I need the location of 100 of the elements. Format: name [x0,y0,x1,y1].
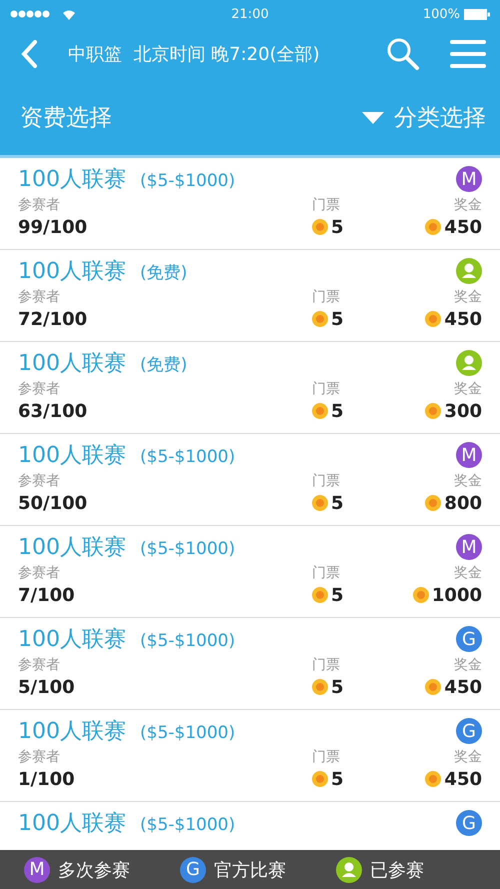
ticket-label: 门票 [312,380,341,398]
prize-amount: 1000 [432,584,482,606]
contest-title: 100人联赛 [18,442,126,470]
menu-icon [450,39,486,69]
legend-label: 已参赛 [370,858,424,882]
coin-icon [312,495,328,511]
letter-badge: G [456,626,482,652]
battery-icon [464,8,490,20]
contest-row[interactable]: 100人联赛 (免费) 参赛者 门票 奖金 72/100 5 450 [0,250,500,342]
ticket-amount: 5 [331,492,344,514]
coin-icon [425,679,442,695]
coin-icon [425,403,442,419]
coin-icon [312,219,328,235]
ticket-label: 门票 [312,656,341,674]
contest-fee: (免费) [140,354,188,376]
participants-label: 参赛者 [18,656,61,674]
prize-amount: 800 [444,492,482,514]
letter-badge: G [456,810,482,836]
prize-label: 奖金 [453,656,482,674]
participants-label: 参赛者 [18,196,61,214]
participants-label: 参赛者 [18,288,61,306]
coin-icon [425,311,442,327]
participants-count: 50/100 [18,492,88,516]
contest-row[interactable]: 100人联赛 ($5-$1000) G 参赛者 门票 奖金 5/100 5 450 [0,618,500,710]
back-button[interactable] [20,39,38,69]
ticket-amount: 5 [331,676,344,698]
ticket-amount: 5 [331,216,344,238]
coin-icon [312,311,328,327]
status-time: 21:00 [231,6,269,22]
contest-fee: ($5-$1000) [140,815,236,835]
contest-row[interactable]: 100人联赛 ($5-$1000) M 参赛者 门票 奖金 50/100 5 800 [0,434,500,526]
ticket-label: 门票 [312,748,341,766]
back-icon [20,39,38,69]
contest-row[interactable]: 100人联赛 ($5-$1000) G 参赛者 门票 奖金 1/100 5 450 [0,710,500,802]
coin-icon [312,587,328,603]
coin-icon [412,587,429,603]
contest-fee: ($5-$1000) [140,171,236,191]
prize-label: 奖金 [453,288,482,306]
legend-label: 官方比赛 [214,858,286,882]
prize-label: 奖金 [453,564,482,582]
prize-amount: 450 [444,676,482,698]
participants-count: 7/100 [18,584,76,608]
prize-label: 奖金 [453,748,482,766]
contest-fee: ($5-$1000) [140,631,236,651]
menu-button[interactable] [450,39,486,69]
contest-title: 100人联赛 [18,626,126,654]
ticket-amount: 5 [331,400,344,422]
prize-amount: 450 [444,768,482,790]
participants-label: 参赛者 [18,748,61,766]
prize-label: 奖金 [453,472,482,490]
wifi-icon [62,8,76,20]
prize-amount: 450 [444,308,482,330]
contest-title: 100人联赛 [18,534,126,562]
letter-badge: M [456,442,482,468]
ticket-amount: 5 [331,308,344,330]
participants-count: 99/100 [18,216,88,240]
prize-amount: 450 [444,216,482,238]
nav-title: 中职篮 北京时间 晚7:20(全部) [67,43,321,66]
search-button[interactable] [386,37,420,71]
participants-count: 5/100 [18,676,76,700]
legend-label: 多次参赛 [58,858,130,882]
contest-title: 100人联赛 [18,258,126,286]
contest-row[interactable]: 100人联赛 ($5-$1000) M 参赛者 门票 奖金 99/100 5 450 [0,158,500,250]
contest-fee: (免费) [140,262,188,284]
participants-label: 参赛者 [18,472,61,490]
letter-badge: M [456,534,482,560]
ticket-label: 门票 [312,288,341,306]
letter-badge: M [24,856,50,882]
contest-title: 100人联赛 [18,166,126,194]
coin-icon [425,495,442,511]
participants-count: 72/100 [18,308,88,332]
coin-icon [312,771,328,787]
prize-label: 奖金 [453,196,482,214]
contest-title: 100人联赛 [18,810,126,838]
coin-icon [425,771,442,787]
coin-icon [312,403,328,419]
participants-label: 参赛者 [18,380,61,398]
contest-fee: ($5-$1000) [140,723,236,743]
prize-amount: 300 [444,400,482,422]
participants-label: 参赛者 [18,564,61,582]
letter-badge: M [456,166,482,192]
ticket-label: 门票 [312,564,341,582]
contest-row[interactable]: 100人联赛 ($5-$1000) M 参赛者 门票 奖金 7/100 5 1000 [0,526,500,618]
ticket-label: 门票 [312,196,341,214]
participants-count: 63/100 [18,400,88,424]
contest-title: 100人联赛 [18,718,126,746]
contest-row[interactable]: 100人联赛 (免费) 参赛者 门票 奖金 63/100 5 300 [0,342,500,434]
coin-icon [312,679,328,695]
prize-label: 奖金 [453,380,482,398]
letter-badge: G [180,856,206,882]
ticket-label: 门票 [312,472,341,490]
contest-title: 100人联赛 [18,350,126,378]
participants-count: 1/100 [18,768,76,792]
contest-fee: ($5-$1000) [140,539,236,559]
search-icon [386,37,420,71]
ticket-amount: 5 [331,768,344,790]
battery-percent: 100% [422,6,460,22]
letter-badge: G [456,718,482,744]
ticket-amount: 5 [331,584,344,606]
dropdown-icon [362,112,384,124]
